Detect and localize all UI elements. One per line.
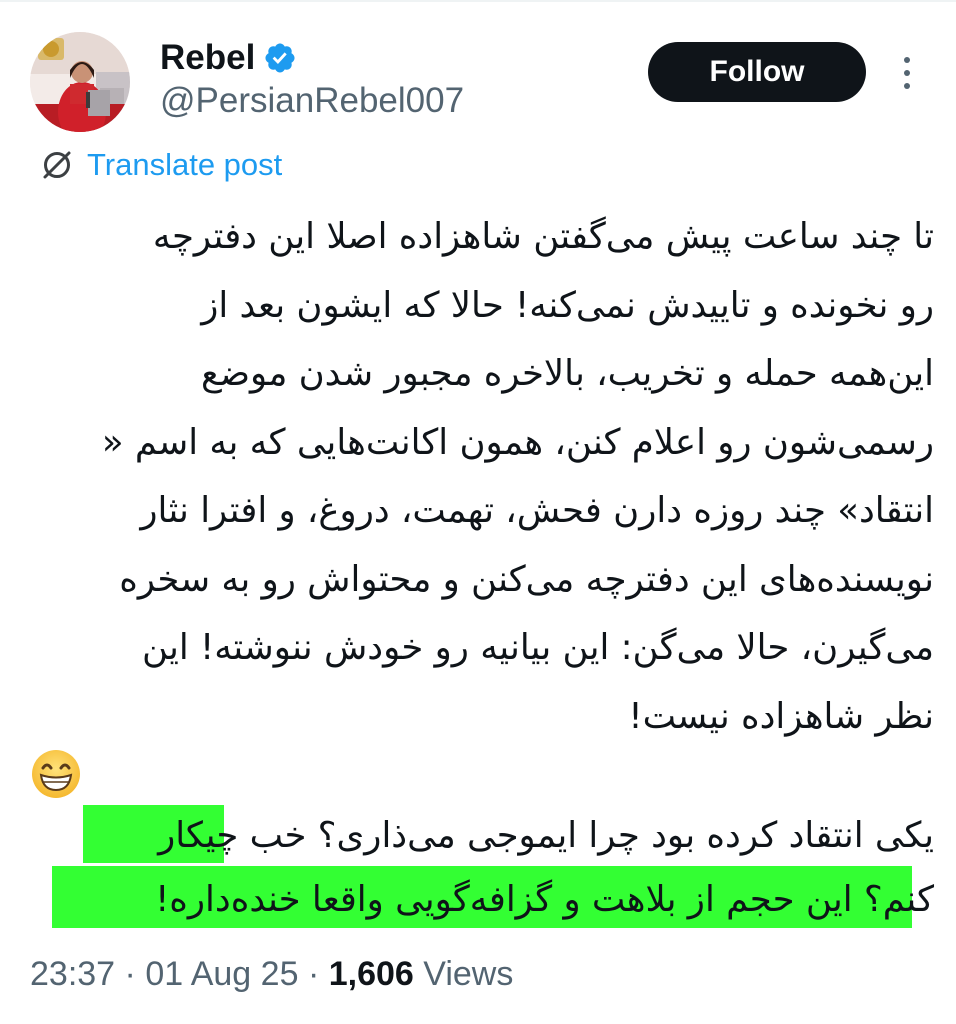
more-vertical-icon[interactable] bbox=[893, 55, 921, 91]
post-line: نویسنده‌های این دفترچه می‌کنن و محتواش ر… bbox=[119, 558, 934, 600]
meta-separator: · bbox=[307, 955, 320, 993]
author-name-row: Rebel bbox=[160, 38, 297, 78]
post-text-continued: یکی انتقاد کرده بود چرا ایموجی می‌ذاری؟ … bbox=[30, 804, 934, 932]
views-label: Views bbox=[423, 955, 514, 993]
author-display-name[interactable]: Rebel bbox=[160, 38, 255, 78]
post-meta: 23:37 · 01 Aug 25 · 1,606 Views bbox=[30, 952, 513, 996]
translate-icon bbox=[40, 148, 74, 182]
translate-post-link[interactable]: Translate post bbox=[40, 145, 282, 185]
more-dot bbox=[904, 83, 910, 89]
translate-post-label: Translate post bbox=[87, 147, 283, 182]
post-line: این‌همه حمله و تخریب، بالاخره مجبور شدن … bbox=[200, 353, 934, 394]
post-line: انتقاد» چند روزه دارن فحش، تهمت، دروغ، و… bbox=[140, 490, 934, 531]
author-handle[interactable]: @PersianRebel007 bbox=[160, 80, 464, 122]
more-dot bbox=[904, 70, 910, 76]
post-line: می‌گیرن، حالا می‌گن: این بیانیه رو خودش … bbox=[141, 627, 934, 668]
views-count: 1,606 bbox=[328, 955, 414, 993]
post-time[interactable]: 23:37 bbox=[30, 955, 115, 993]
meta-separator: · bbox=[124, 955, 136, 993]
post-line: کنم؟ این حجم از بلاهت و گزافه‌گویی واقعا… bbox=[155, 879, 934, 920]
avatar-image bbox=[30, 32, 130, 132]
post-text: تا چند ساعت پیش می‌گفتن شاهزاده اصلا این… bbox=[30, 203, 934, 751]
more-dot bbox=[904, 57, 910, 63]
post-line: یکی انتقاد کرده بود چرا ایموجی می‌ذاری؟ … bbox=[158, 815, 934, 856]
post-line: تا چند ساعت پیش می‌گفتن شاهزاده اصلا این… bbox=[152, 216, 934, 257]
post-date[interactable]: 01 Aug 25 bbox=[145, 955, 298, 993]
verified-badge-icon[interactable] bbox=[263, 41, 297, 75]
avatar[interactable] bbox=[30, 32, 130, 132]
follow-button[interactable]: Follow bbox=[648, 42, 866, 102]
grinning-face-icon bbox=[30, 748, 82, 800]
post-line: رسمی‌شون رو اعلام کنن، همون اکانت‌هایی ک… bbox=[101, 421, 934, 463]
post-line: رو نخونده و تاییدش نمی‌کنه! حالا که ایشو… bbox=[201, 284, 934, 326]
top-divider bbox=[0, 0, 956, 2]
post-line: نظر شاهزاده نیست! bbox=[628, 695, 934, 737]
